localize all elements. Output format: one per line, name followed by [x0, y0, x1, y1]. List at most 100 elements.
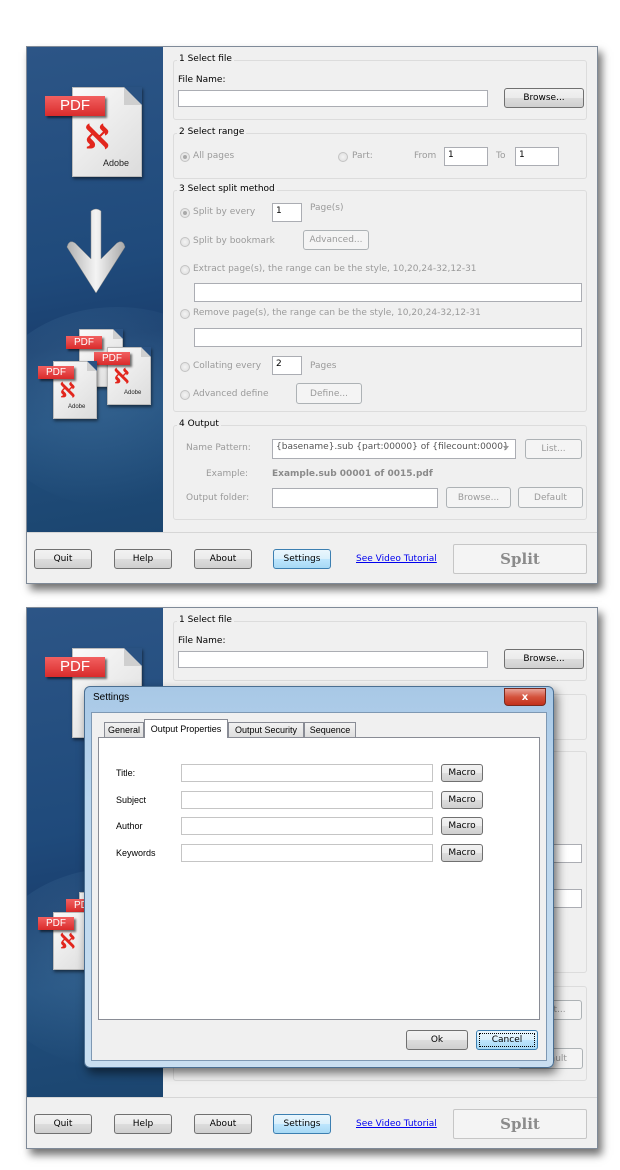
adobe-brand: Adobe: [124, 390, 142, 396]
close-button[interactable]: x: [504, 688, 546, 706]
pdf-label: PDF: [38, 366, 74, 379]
title-macro-button[interactable]: Macro: [441, 764, 483, 782]
keywords-macro-button[interactable]: Macro: [441, 844, 483, 862]
chevron-down-icon[interactable]: [503, 446, 509, 450]
author-label: Author: [116, 821, 143, 831]
to-label: To: [496, 151, 506, 161]
browse-file-button[interactable]: Browse...: [504, 88, 584, 108]
adobe-logo-icon: ℵ: [85, 119, 109, 155]
subject-input[interactable]: [181, 791, 433, 809]
pdf-label: PDF: [94, 352, 130, 365]
subject-label: Subject: [116, 795, 147, 805]
output-pdf-icon-3: ℵ Adobe PDF: [38, 361, 97, 419]
advanced-button[interactable]: Advanced...: [303, 230, 369, 250]
author-input[interactable]: [181, 817, 433, 835]
collating-label[interactable]: Collating every: [193, 361, 261, 371]
subject-macro-button[interactable]: Macro: [441, 791, 483, 809]
output-pdf-icon-2: ℵ Adobe PDF: [94, 347, 151, 405]
section-title: 4 Output: [177, 419, 221, 429]
file-name-label: File Name:: [178, 75, 226, 85]
section-title: 1 Select file: [177, 54, 234, 64]
select-range-group: 2 Select range All pages Part: From 1 To…: [173, 127, 587, 179]
section-title: 2 Select range: [177, 127, 247, 137]
default-button[interactable]: Default: [518, 487, 583, 508]
advanced-define-radio[interactable]: [180, 390, 190, 400]
author-macro-button[interactable]: Macro: [441, 817, 483, 835]
about-button[interactable]: About: [194, 1114, 252, 1134]
video-tutorial-link[interactable]: See Video Tutorial: [356, 554, 437, 564]
file-name-input[interactable]: [178, 90, 488, 107]
adobe-brand: Adobe: [68, 404, 86, 410]
name-pattern-combobox[interactable]: {basename}.sub {part:00000} of {filecoun…: [272, 439, 516, 459]
extract-pages-input[interactable]: [194, 283, 582, 302]
help-button[interactable]: Help: [114, 549, 172, 569]
name-pattern-value: {basename}.sub {part:00000} of {filecoun…: [276, 442, 509, 452]
pdf-label: PDF: [38, 917, 74, 930]
section-title: 3 Select split method: [177, 184, 277, 194]
sidebar-banner: ℵ Adobe PDF PDF ℵ Adobe PDF ℵ Adobe PDF: [27, 47, 163, 533]
split-button[interactable]: Split: [453, 1109, 587, 1139]
all-pages-label[interactable]: All pages: [193, 151, 234, 161]
collating-unit-label: Pages: [310, 361, 337, 371]
extract-pages-label[interactable]: Extract page(s), the range can be the st…: [193, 264, 477, 274]
remove-pages-radio[interactable]: [180, 309, 190, 319]
ok-button[interactable]: Ok: [406, 1030, 468, 1050]
part-label[interactable]: Part:: [352, 151, 373, 161]
settings-dialog: Settings x General Output Properties Out…: [84, 686, 554, 1068]
collating-input[interactable]: 2: [272, 356, 302, 375]
from-input[interactable]: 1: [444, 147, 488, 166]
remove-pages-label[interactable]: Remove page(s), the range can be the sty…: [193, 308, 481, 318]
from-label: From: [414, 151, 437, 161]
pdf-label: PDF: [45, 657, 105, 677]
tab-general[interactable]: General: [104, 722, 144, 737]
split-by-every-radio[interactable]: [180, 208, 190, 218]
example-value: Example.sub 00001 of 0015.pdf: [272, 469, 433, 479]
output-properties-panel: Title: Macro Subject Macro Author Macro …: [98, 737, 540, 1020]
cancel-button[interactable]: Cancel: [476, 1030, 538, 1050]
quit-button[interactable]: Quit: [34, 1114, 92, 1134]
output-folder-input[interactable]: [272, 488, 438, 508]
all-pages-radio[interactable]: [180, 152, 190, 162]
dialog-body: General Output Properties Output Securit…: [91, 712, 547, 1061]
browse-file-button[interactable]: Browse...: [504, 649, 584, 669]
part-radio[interactable]: [338, 152, 348, 162]
keywords-label: Keywords: [116, 848, 156, 858]
video-tutorial-link[interactable]: See Video Tutorial: [356, 1119, 437, 1129]
pdf-label: PDF: [45, 96, 105, 116]
about-button[interactable]: About: [194, 549, 252, 569]
split-button[interactable]: Split: [453, 544, 587, 574]
footer-bar: Quit Help About Settings See Video Tutor…: [27, 532, 597, 583]
file-name-label: File Name:: [178, 636, 226, 646]
collating-radio[interactable]: [180, 362, 190, 372]
source-pdf-icon: ℵ Adobe PDF: [45, 87, 142, 177]
tab-sequence[interactable]: Sequence: [304, 722, 356, 737]
adobe-logo-icon: ℵ: [60, 931, 75, 953]
output-browse-button[interactable]: Browse...: [446, 487, 511, 508]
pages-unit-label: Page(s): [310, 203, 344, 213]
file-name-input[interactable]: [178, 651, 488, 668]
help-button[interactable]: Help: [114, 1114, 172, 1134]
select-file-group: 1 Select file File Name: Browse...: [173, 615, 587, 681]
split-by-bookmark-radio[interactable]: [180, 237, 190, 247]
close-icon: x: [521, 691, 529, 703]
quit-button[interactable]: Quit: [34, 549, 92, 569]
select-file-group: 1 Select file File Name: Browse...: [173, 54, 587, 120]
list-button[interactable]: List...: [525, 439, 582, 459]
extract-pages-radio[interactable]: [180, 265, 190, 275]
title-input[interactable]: [181, 764, 433, 782]
pdf-label: PDF: [66, 336, 102, 349]
tab-output-security[interactable]: Output Security: [228, 722, 304, 737]
advanced-define-label[interactable]: Advanced define: [193, 389, 268, 399]
settings-button[interactable]: Settings: [273, 549, 331, 569]
split-by-every-label[interactable]: Split by every: [193, 207, 255, 217]
split-every-input[interactable]: 1: [272, 203, 302, 222]
down-arrow-icon: [66, 208, 126, 294]
to-input[interactable]: 1: [515, 147, 559, 166]
tab-output-properties[interactable]: Output Properties: [144, 719, 228, 738]
split-by-bookmark-label[interactable]: Split by bookmark: [193, 236, 275, 246]
define-button[interactable]: Define...: [296, 383, 362, 404]
remove-pages-input[interactable]: [194, 328, 582, 347]
name-pattern-label: Name Pattern:: [186, 443, 251, 453]
keywords-input[interactable]: [181, 844, 433, 862]
settings-button[interactable]: Settings: [273, 1114, 331, 1134]
